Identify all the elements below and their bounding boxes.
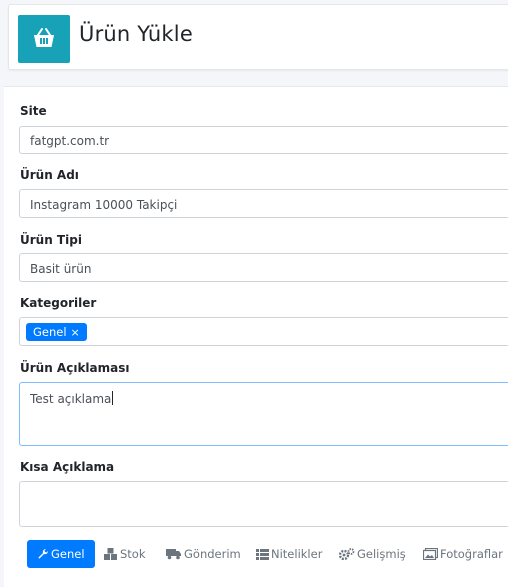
boxes-icon: [104, 548, 117, 560]
category-tag: Genel ×: [26, 323, 87, 341]
tab-gonderim-label: Gönderim: [184, 547, 241, 561]
page-header: Ürün Yükle: [8, 4, 508, 70]
short-description-textarea[interactable]: [19, 481, 508, 527]
text-caret: [112, 391, 114, 405]
tab-fotograflar[interactable]: Fotoğraflar: [422, 540, 503, 568]
truck-icon: [166, 549, 181, 560]
category-tag-label: Genel: [33, 325, 67, 339]
categories-label: Kategoriler: [20, 296, 97, 310]
remove-tag-icon[interactable]: ×: [71, 326, 80, 339]
gears-icon: [338, 548, 355, 561]
product-type-value: Basit ürün: [30, 262, 92, 276]
categories-select[interactable]: Genel ×: [19, 317, 508, 346]
tab-stok[interactable]: Stok: [104, 540, 146, 568]
list-icon: [256, 549, 269, 560]
site-label: Site: [20, 104, 47, 118]
tab-gonderim[interactable]: Gönderim: [166, 540, 241, 568]
tab-gelismis[interactable]: Gelişmiş: [338, 540, 406, 568]
tab-fotograflar-label: Fotoğraflar: [440, 547, 503, 561]
short-description-label: Kısa Açıklama: [20, 460, 115, 474]
tab-genel[interactable]: Genel: [27, 540, 95, 568]
product-type-label: Ürün Tipi: [20, 233, 82, 247]
product-tabs: Genel Stok Gönderim Nitelikler Gelişmiş …: [0, 538, 508, 572]
tab-stok-label: Stok: [120, 547, 146, 561]
description-value: Test açıklama: [30, 392, 112, 406]
images-icon: [422, 547, 439, 561]
product-name-label: Ürün Adı: [20, 168, 79, 182]
page-title: Ürün Yükle: [79, 22, 193, 46]
tab-nitelikler-label: Nitelikler: [271, 547, 323, 561]
product-name-input[interactable]: Instagram 10000 Takipçi: [19, 189, 508, 218]
description-textarea[interactable]: Test açıklama: [19, 382, 508, 446]
basket-icon: [18, 15, 70, 63]
product-type-select[interactable]: Basit ürün: [19, 253, 508, 282]
site-select[interactable]: fatgpt.com.tr: [19, 126, 508, 154]
wrench-icon: [38, 548, 49, 559]
tab-gelismis-label: Gelişmiş: [357, 547, 406, 561]
tab-nitelikler[interactable]: Nitelikler: [256, 540, 322, 568]
tab-genel-label: Genel: [51, 547, 85, 561]
product-name-value: Instagram 10000 Takipçi: [30, 198, 178, 212]
site-value: fatgpt.com.tr: [30, 134, 110, 148]
description-label: Ürün Açıklaması: [20, 361, 130, 375]
